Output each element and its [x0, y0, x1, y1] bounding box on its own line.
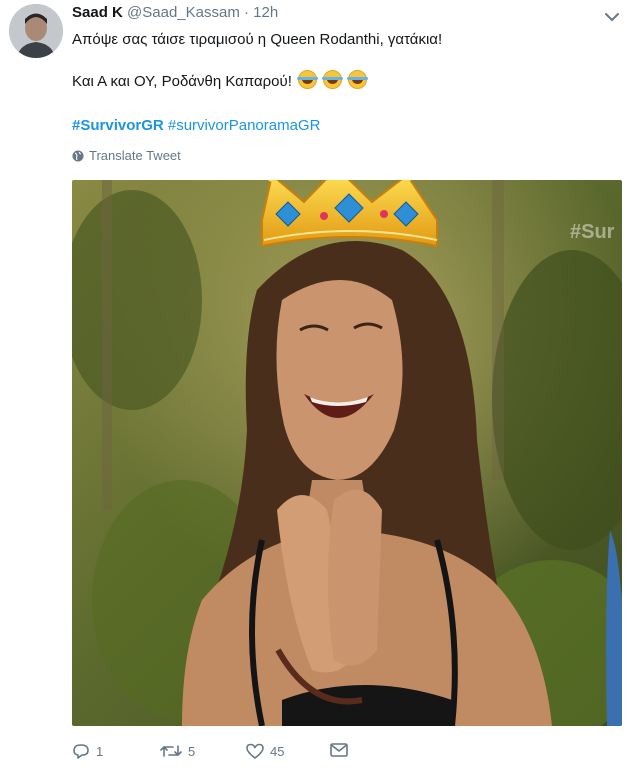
- tears-of-joy-emoji-icon: [297, 70, 319, 89]
- like-button[interactable]: 45: [246, 743, 284, 759]
- envelope-icon: [330, 743, 348, 757]
- tweet-text-line-1: Απόψε σας τάισε τιραμισού η Queen Rodant…: [72, 31, 443, 48]
- retweet-button[interactable]: 5: [160, 743, 195, 759]
- tweet-actions: 1 5 45: [72, 743, 372, 763]
- tears-of-joy-emoji-icon: [347, 70, 369, 89]
- header-separator: ·: [244, 4, 249, 21]
- retweet-count: 5: [188, 743, 196, 759]
- translate-tweet-label: Translate Tweet: [89, 148, 181, 163]
- hashtag-line: #SurvivorGR #survivorPanoramaGR: [72, 117, 320, 134]
- tweet-text-line-2-text: Και Α και ΟΥ, Ροδάνθη Καπαρού!: [72, 73, 292, 90]
- tears-of-joy-emoji-icon: [322, 70, 344, 89]
- retweet-icon: [160, 745, 182, 757]
- chevron-down-icon[interactable]: [603, 10, 621, 24]
- tweet-header: Saad K @Saad_Kassam · 12h: [72, 4, 278, 21]
- direct-message-button[interactable]: [330, 743, 348, 757]
- reply-icon: [73, 744, 89, 759]
- media-watermark: #Sur: [570, 221, 615, 243]
- tweet-text-line-2: Και Α και ΟΥ, Ροδάνθη Καπαρού!: [72, 70, 369, 90]
- tweet-media-photo[interactable]: #Sur: [72, 180, 622, 726]
- hashtag-survivorpanoramagr[interactable]: #survivorPanoramaGR: [168, 117, 321, 134]
- author-handle[interactable]: @Saad_Kassam: [127, 4, 240, 21]
- reply-button[interactable]: 1: [72, 743, 103, 759]
- reply-count: 1: [96, 743, 104, 759]
- heart-icon: [246, 743, 264, 759]
- tweet-timestamp[interactable]: 12h: [253, 4, 278, 21]
- author-avatar[interactable]: [9, 4, 63, 58]
- photo-image: #Sur: [72, 180, 622, 726]
- globe-icon: [72, 150, 84, 161]
- avatar-image: [9, 4, 63, 58]
- hashtag-survivorgr[interactable]: #SurvivorGR: [72, 117, 164, 134]
- like-count: 45: [270, 743, 285, 759]
- author-name[interactable]: Saad K: [72, 4, 123, 21]
- translate-tweet-link[interactable]: Translate Tweet: [72, 148, 181, 163]
